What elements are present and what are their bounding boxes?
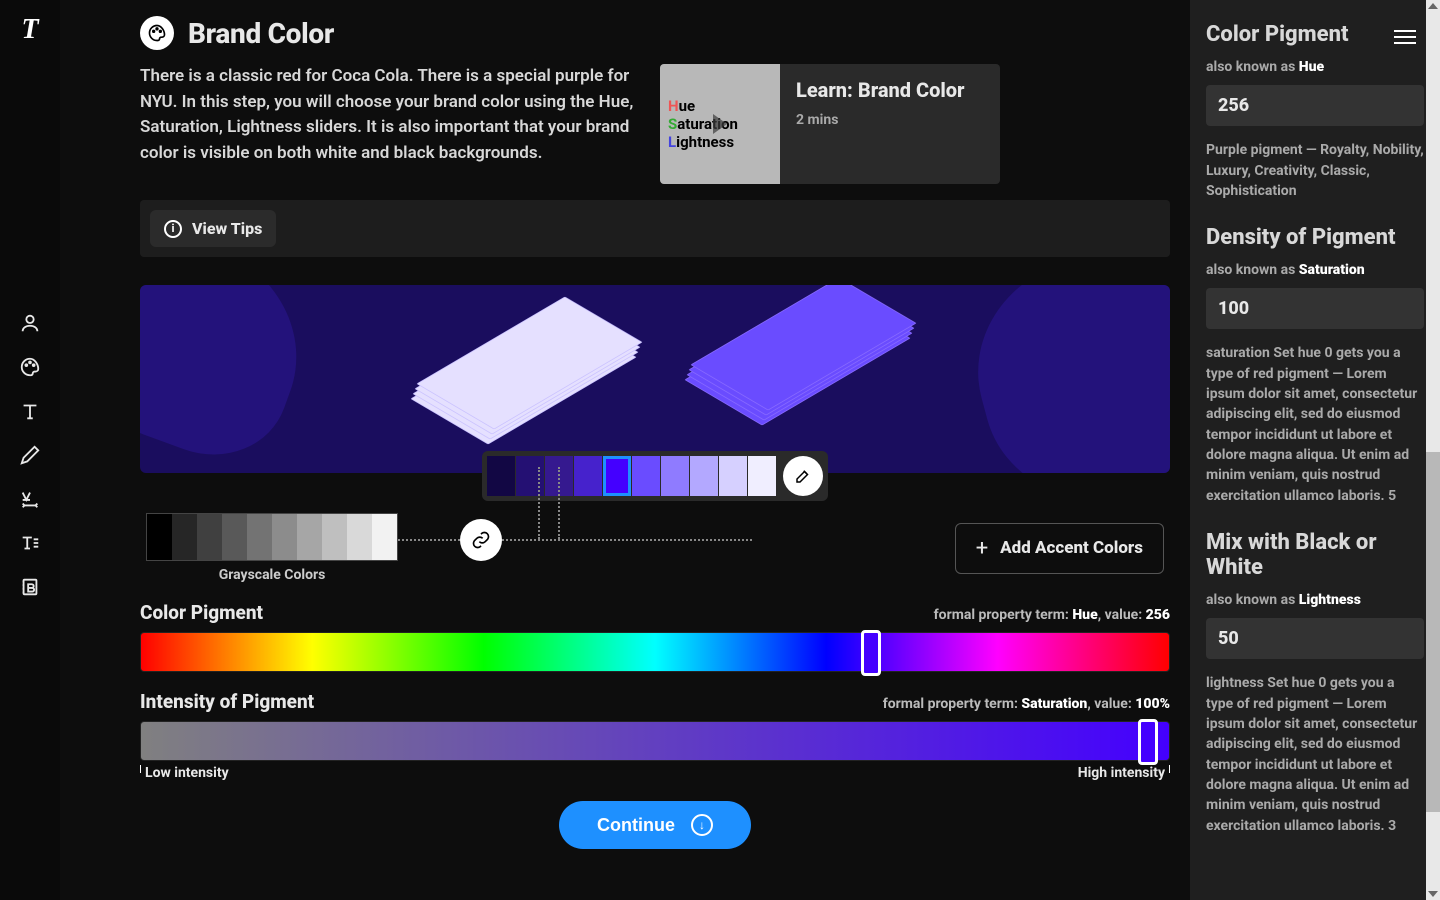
scroll-down-icon[interactable] — [1428, 891, 1438, 897]
brand-swatch[interactable] — [632, 456, 660, 496]
info-panel: Color Pigment also known as Hue 256 Purp… — [1190, 0, 1440, 900]
grayscale-swatch[interactable] — [147, 514, 172, 560]
grayscale-swatch[interactable] — [297, 514, 322, 560]
grayscale-swatch[interactable] — [222, 514, 247, 560]
pen-icon[interactable] — [19, 444, 41, 466]
grayscale-palette — [146, 513, 398, 561]
continue-button[interactable]: Continue ↓ — [559, 801, 751, 849]
brand-swatch[interactable] — [690, 456, 718, 496]
panel-lig-title: Mix with Black or White — [1206, 530, 1424, 581]
left-rail: T — [0, 0, 60, 900]
saturation-slider-group: Intensity of Pigment formal property ter… — [140, 690, 1170, 781]
brand-swatch[interactable] — [603, 456, 631, 496]
brand-swatch[interactable] — [574, 456, 602, 496]
grayscale-swatch[interactable] — [372, 514, 397, 560]
hue-slider-label: Color Pigment — [140, 601, 263, 624]
video-thumbnail: Hue Saturation Lightness — [660, 64, 780, 184]
brand-book-icon[interactable] — [19, 576, 41, 598]
scroll-up-icon[interactable] — [1428, 3, 1438, 9]
grayscale-swatch[interactable] — [347, 514, 372, 560]
page-title: Brand Color — [188, 17, 334, 50]
palette-icon[interactable] — [19, 356, 41, 378]
panel-lig-value[interactable]: 50 — [1206, 618, 1424, 659]
tips-bar: i View Tips — [140, 200, 1170, 257]
view-tips-label: View Tips — [192, 219, 262, 238]
continue-label: Continue — [597, 815, 675, 836]
hue-slider-group: Color Pigment formal property term: Hue,… — [140, 601, 1170, 672]
grayscale-swatch[interactable] — [272, 514, 297, 560]
hue-slider-track[interactable] — [140, 632, 1170, 672]
grayscale-label: Grayscale Colors — [219, 567, 326, 583]
saturation-slider-track[interactable] — [140, 721, 1170, 761]
play-icon — [713, 114, 727, 134]
nav-icons — [19, 312, 41, 598]
saturation-low-label: Low intensity — [140, 765, 229, 781]
user-icon[interactable] — [19, 312, 41, 334]
text-style-icon[interactable] — [19, 532, 41, 554]
type-icon[interactable] — [19, 400, 41, 422]
saturation-slider-meta: formal property term: Saturation, value:… — [883, 696, 1170, 712]
grayscale-swatch[interactable] — [247, 514, 272, 560]
arrow-down-icon: ↓ — [691, 814, 713, 836]
panel-lig-desc: lightness Set hue 0 gets you a type of r… — [1206, 673, 1424, 835]
hue-slider-thumb[interactable] — [861, 630, 881, 676]
video-card[interactable]: Hue Saturation Lightness Learn: Brand Co… — [660, 64, 1000, 184]
panel-hue-value[interactable]: 256 — [1206, 85, 1424, 126]
grayscale-swatch[interactable] — [322, 514, 347, 560]
panel-hue-aka: also known as Hue — [1206, 59, 1424, 75]
scrollbar[interactable] — [1426, 0, 1440, 900]
info-icon: i — [164, 220, 182, 238]
panel-hue-desc: Purple pigment — Royalty, Nobility, Luxu… — [1206, 140, 1424, 201]
color-preview — [140, 285, 1170, 473]
grayscale-swatch[interactable] — [172, 514, 197, 560]
panel-sat-title: Density of Pigment — [1206, 225, 1424, 250]
page-title-icon — [140, 16, 174, 50]
saturation-slider-thumb[interactable] — [1138, 719, 1158, 765]
view-tips-button[interactable]: i View Tips — [150, 210, 276, 247]
brand-swatch[interactable] — [487, 456, 515, 496]
saturation-slider-label: Intensity of Pigment — [140, 690, 314, 713]
brand-swatch[interactable] — [661, 456, 689, 496]
link-icon[interactable] — [460, 519, 502, 561]
edit-palette-button[interactable] — [783, 456, 823, 496]
spacing-icon[interactable] — [19, 488, 41, 510]
brand-swatch[interactable] — [748, 456, 776, 496]
plus-icon: + — [976, 536, 988, 561]
panel-sat-desc: saturation Set hue 0 gets you a type of … — [1206, 343, 1424, 505]
add-accent-button[interactable]: + Add Accent Colors — [955, 523, 1164, 574]
video-duration: 2 mins — [796, 112, 964, 128]
video-title: Learn: Brand Color — [796, 78, 964, 102]
app-logo[interactable]: T — [21, 14, 38, 46]
panel-sat-value[interactable]: 100 — [1206, 288, 1424, 329]
main-content: Brand Color There is a classic red for C… — [60, 0, 1190, 900]
intro-text: There is a classic red for Coca Cola. Th… — [140, 64, 650, 184]
panel-lig-aka: also known as Lightness — [1206, 592, 1424, 608]
brand-swatch[interactable] — [719, 456, 747, 496]
brand-palette — [482, 451, 828, 501]
menu-button[interactable] — [1394, 26, 1416, 48]
scrollbar-thumb[interactable] — [1426, 452, 1440, 812]
grayscale-swatch[interactable] — [197, 514, 222, 560]
saturation-high-label: High intensity — [1078, 765, 1170, 781]
panel-hue-title: Color Pigment — [1206, 22, 1424, 47]
add-accent-label: Add Accent Colors — [1000, 538, 1143, 558]
hue-slider-meta: formal property term: Hue, value: 256 — [934, 607, 1170, 623]
panel-sat-aka: also known as Saturation — [1206, 262, 1424, 278]
